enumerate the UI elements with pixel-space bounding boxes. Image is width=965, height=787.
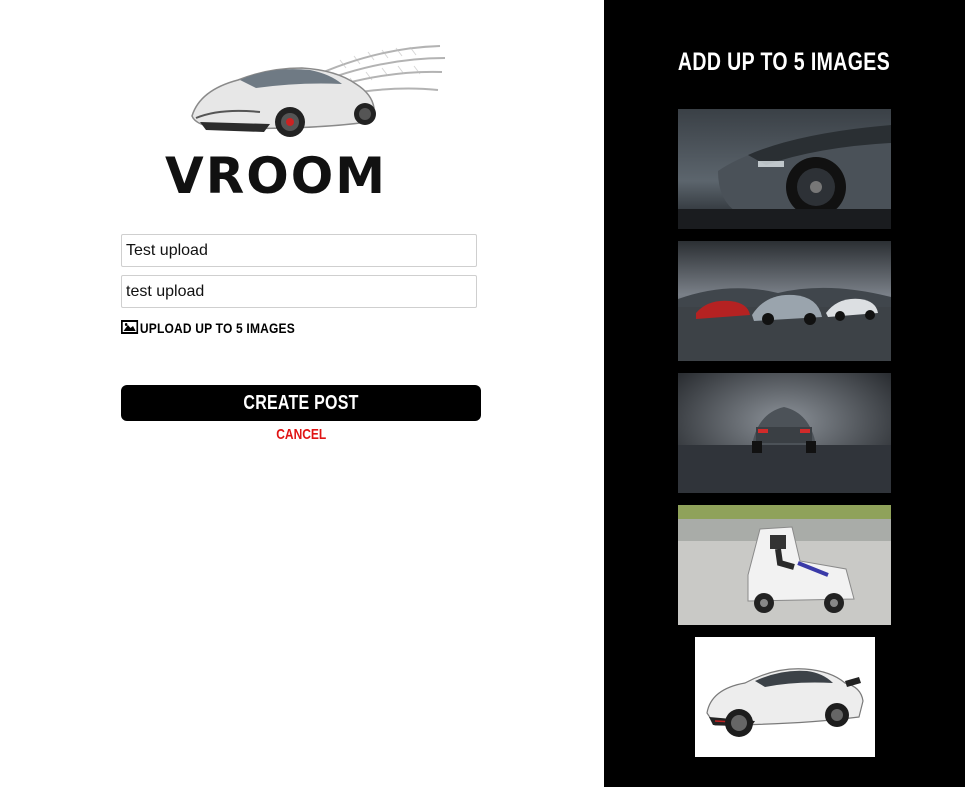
post-description-input[interactable] (121, 275, 477, 308)
create-post-label: CREATE POST (243, 391, 359, 414)
preview-panel-title: ADD UP TO 5 IMAGES (678, 48, 891, 76)
image-preview-panel: ADD UP TO 5 IMAGES (604, 0, 965, 787)
preview-image-2[interactable] (678, 241, 891, 361)
post-title-input[interactable] (121, 234, 477, 267)
preview-image-4[interactable] (678, 505, 891, 625)
upload-images-label: UPLOAD UP TO 5 IMAGES (139, 320, 295, 336)
cancel-link[interactable]: CANCEL (121, 426, 481, 443)
preview-image-1[interactable] (678, 109, 891, 229)
logo-wordmark: VROOM (165, 147, 387, 205)
create-post-button[interactable]: CREATE POST (121, 385, 481, 421)
preview-image-5[interactable] (695, 637, 875, 757)
upload-images-button[interactable]: UPLOAD UP TO 5 IMAGES (121, 318, 295, 338)
preview-image-3[interactable] (678, 373, 891, 493)
image-icon (121, 319, 140, 337)
cancel-label: CANCEL (276, 426, 326, 443)
post-form-panel: VROOM UPLOAD UP TO 5 IMAGES CREATE POST … (0, 0, 604, 787)
